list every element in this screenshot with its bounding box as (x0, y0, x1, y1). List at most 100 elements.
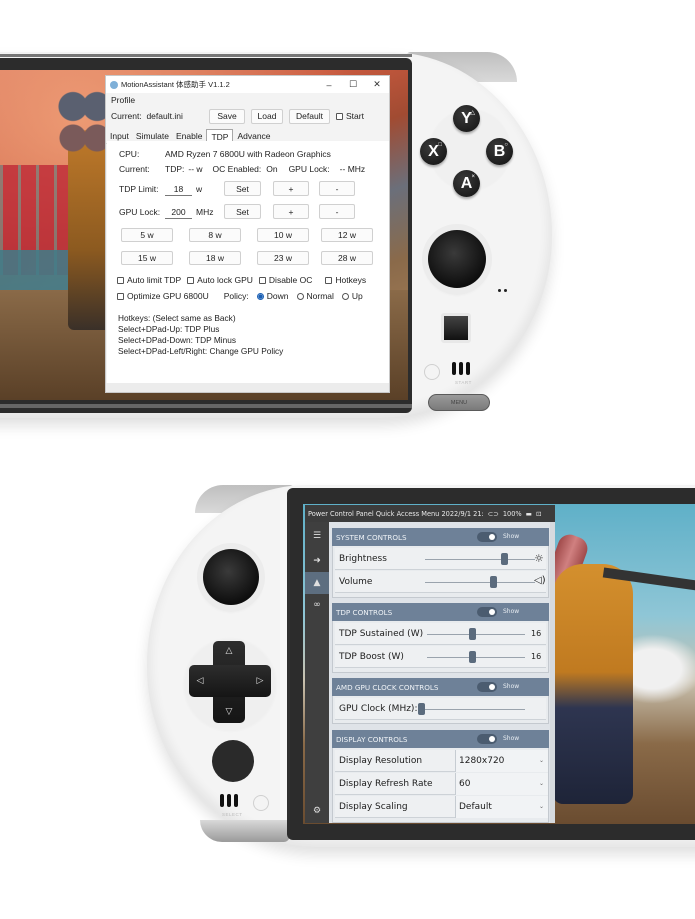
display-icon: ⊡ (535, 509, 542, 518)
gpu-lock-status-label: GPU Lock: (288, 164, 330, 174)
options-row-2: Optimize GPU 6800U Policy: Down Normal U… (117, 291, 363, 301)
x-button[interactable]: X □ (420, 138, 447, 165)
policy-down-radio[interactable]: Down (256, 291, 289, 301)
radio-circle[interactable] (256, 293, 264, 301)
hotkeys-line: Select+DPad-Left/Right: Change GPU Polic… (118, 346, 284, 356)
start-checkbox[interactable]: Start (336, 111, 364, 121)
tdp-set-button[interactable]: Set (224, 181, 261, 196)
gpu-clock-slider-thumb[interactable] (418, 703, 425, 715)
volume-slider-thumb[interactable] (490, 576, 498, 588)
checkbox-box[interactable] (336, 113, 343, 121)
preset-28w-button[interactable]: 28 w (321, 251, 373, 265)
save-button[interactable]: Save (209, 108, 245, 124)
show-toggle[interactable] (477, 734, 497, 744)
disable-oc-checkbox[interactable]: Disable OC (258, 275, 313, 285)
display-refresh-rate-dropdown[interactable]: 60 ⌄ (455, 773, 548, 795)
show-toggle[interactable] (477, 607, 497, 617)
hotkeys-checkbox[interactable]: Hotkeys (325, 275, 366, 285)
policy-label: Policy: (223, 291, 249, 301)
overlay-scrollbar[interactable] (550, 522, 555, 823)
preset-12w-button[interactable]: 12 w (321, 228, 373, 242)
auto-lock-gpu-checkbox[interactable]: Auto lock GPU (187, 275, 253, 285)
gamepad-icon: ⊂⊃ (487, 509, 499, 518)
dropdown-value: 60 (459, 779, 471, 789)
back-round-button[interactable] (212, 740, 254, 782)
current-profile-value: default.ini (146, 111, 183, 121)
preset-5w-button[interactable]: 5 w (121, 228, 173, 242)
preset-18w-button[interactable]: 18 w (189, 251, 241, 265)
window-titlebar[interactable]: MotionAssistant 体感助手 V1.1.2 – ☐ ✕ (106, 76, 389, 93)
default-button[interactable]: Default (289, 108, 330, 124)
tdp-minus-button[interactable]: - (319, 181, 355, 196)
exit-icon[interactable]: ➜ (305, 550, 329, 572)
left-analog-stick[interactable] (203, 549, 259, 605)
dpad-down-icon[interactable]: ▽ (222, 706, 236, 717)
volume-slider-track[interactable] (425, 582, 535, 583)
close-button[interactable]: ✕ (365, 79, 389, 90)
dropdown-value: Default (459, 802, 492, 812)
b-button[interactable]: B ○ (486, 138, 513, 165)
menu-button[interactable]: MENU (428, 394, 490, 411)
checkbox-box[interactable] (117, 277, 124, 285)
dpad-up-icon[interactable]: △ (222, 645, 236, 656)
brightness-slider-thumb[interactable] (501, 553, 509, 565)
menu-icon[interactable]: ☰ (305, 525, 329, 547)
tdp-limit-input[interactable]: 18 (165, 181, 192, 196)
home-icon[interactable]: ▲ (305, 572, 329, 594)
hotkeys-line: Select+DPad-Down: TDP Minus (118, 335, 236, 345)
tdp-limit-unit: w (196, 183, 203, 194)
display-controls-body: Display Resolution 1280x720 ⌄ Display Re… (332, 748, 549, 823)
show-toggle[interactable] (477, 532, 497, 542)
app-icon (110, 80, 118, 89)
display-scaling-dropdown[interactable]: Default ⌄ (455, 796, 548, 818)
checkbox-box[interactable] (117, 293, 124, 301)
gamepad-icon[interactable]: ∞ (305, 594, 329, 616)
auto-limit-tdp-checkbox[interactable]: Auto limit TDP (117, 275, 181, 285)
checkbox-label: Disable OC (268, 275, 313, 285)
show-label: Show (503, 608, 520, 615)
gpu-minus-button[interactable]: - (319, 204, 355, 219)
preset-10w-button[interactable]: 10 w (257, 228, 309, 242)
radio-circle[interactable] (296, 293, 304, 301)
start-button[interactable] (424, 364, 440, 380)
gpu-clock-slider-track[interactable] (421, 709, 525, 710)
y-button[interactable]: Y △ (453, 105, 480, 132)
a-button[interactable]: A × (453, 170, 480, 197)
right-analog-stick[interactable] (428, 230, 486, 288)
checkbox-label: Auto limit TDP (127, 275, 182, 285)
display-resolution-dropdown[interactable]: 1280x720 ⌄ (455, 750, 548, 772)
speaker-dots (498, 289, 507, 292)
brightness-slider-track[interactable] (425, 559, 535, 560)
checkbox-label: Optimize GPU 6800U (127, 291, 209, 301)
gpu-set-button[interactable]: Set (224, 204, 261, 219)
preset-15w-button[interactable]: 15 w (121, 251, 173, 265)
policy-normal-radio[interactable]: Normal (296, 291, 334, 301)
profile-section-label: Profile (111, 95, 136, 105)
gpu-lock-input[interactable]: 200 (165, 204, 192, 219)
minimize-button[interactable]: – (317, 80, 341, 90)
radio-circle[interactable] (341, 293, 349, 301)
tdp-sustained-value: 16 (531, 629, 542, 638)
dpad-right-icon[interactable]: ▷ (253, 675, 267, 686)
optimize-gpu-checkbox[interactable]: Optimize GPU 6800U (117, 291, 209, 301)
tdp-sustained-slider-thumb[interactable] (469, 628, 477, 640)
checkbox-box[interactable] (187, 277, 195, 285)
preset-8w-button[interactable]: 8 w (189, 228, 241, 242)
load-button[interactable]: Load (251, 108, 283, 124)
tdp-plus-button[interactable]: + (273, 181, 309, 196)
overlay-title-bar: Power Control Panel Quick Access Menu 20… (305, 505, 555, 522)
display-controls-header: DISPLAY CONTROLS Show (332, 730, 549, 748)
policy-up-radio[interactable]: Up (341, 291, 363, 301)
select-button[interactable] (253, 795, 269, 811)
checkbox-box[interactable] (325, 277, 333, 285)
show-toggle[interactable] (477, 682, 497, 692)
maximize-button[interactable]: ☐ (341, 79, 365, 90)
circle-icon: ○ (504, 142, 508, 148)
preset-23w-button[interactable]: 23 w (257, 251, 309, 265)
checkbox-box[interactable] (258, 277, 266, 285)
home-button[interactable] (441, 313, 471, 343)
tdp-boost-slider-thumb[interactable] (469, 651, 477, 663)
dpad-left-icon[interactable]: ◁ (193, 675, 207, 686)
gear-icon[interactable]: ⚙ (305, 800, 329, 822)
gpu-plus-button[interactable]: + (273, 204, 309, 219)
